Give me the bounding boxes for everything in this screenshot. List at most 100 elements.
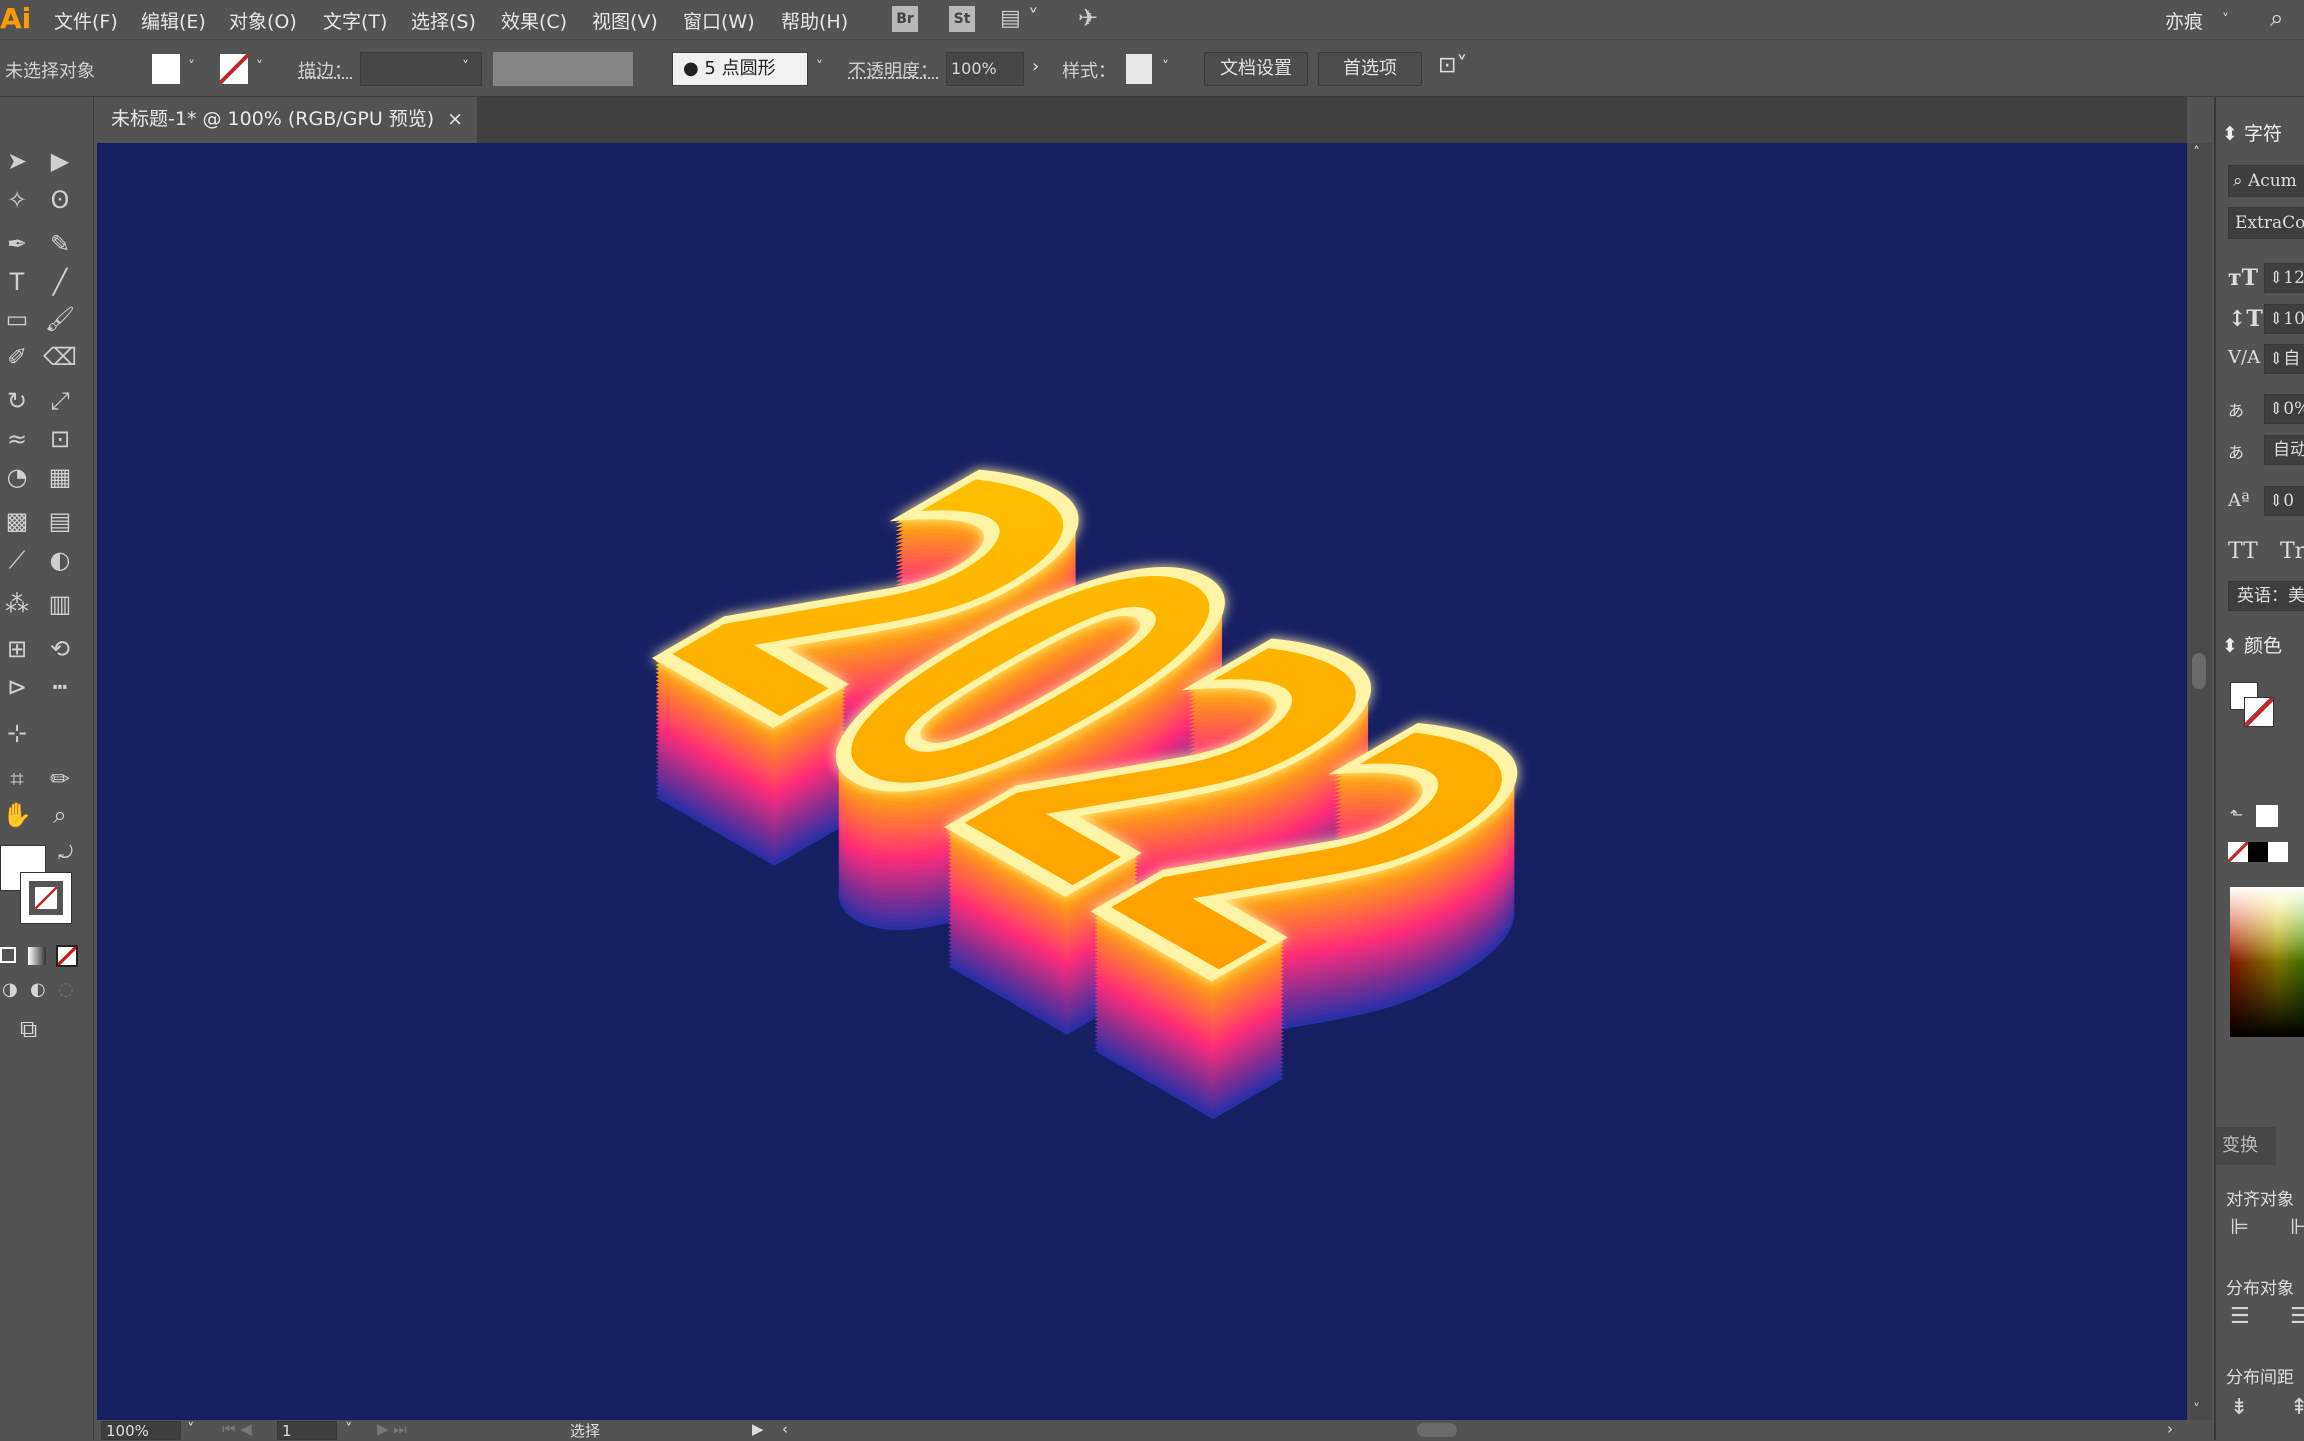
menu-effect[interactable]: 效果(C) [501,7,567,34]
pencil-tool-icon[interactable]: ✏ [43,762,77,796]
character-panel-tab[interactable]: ⬍ 字符 [2216,115,2286,153]
lasso-tool-icon[interactable]: ʘ [43,183,77,217]
artboard-number-field[interactable]: 1 [277,1421,337,1440]
current-tool-status[interactable]: 选择 [570,1420,600,1441]
scroll-right-icon[interactable]: › [2167,1420,2173,1438]
document-setup-button[interactable]: 文档设置 [1204,52,1308,86]
search-icon[interactable]: ⌕ [2270,4,2283,32]
draw-behind-icon[interactable]: ◐ [30,979,46,1000]
pen-tool-icon[interactable]: ✒ [0,227,34,261]
perspective-grid-tool-icon[interactable]: ▦ [43,460,77,494]
gradient-mode-icon[interactable] [28,947,46,965]
kerning-field[interactable]: ⇕自 [2264,344,2304,374]
artwork-2022[interactable]: 2022202220222022202220222022202220222022… [97,143,2187,1420]
opacity-field[interactable]: 100% [946,52,1024,86]
stroke-label[interactable]: 描边： [298,57,352,83]
artboard-tool-icon[interactable]: ⊞ [0,632,34,666]
eyedropper-tool-icon[interactable]: ⟋ [0,543,34,577]
color-spectrum[interactable] [2230,887,2304,1037]
ruler-tool-icon[interactable]: ┅ [43,670,77,704]
publish-icon[interactable]: ✈ [1078,4,1098,32]
zoom-tool-icon[interactable]: ⌕ [43,798,77,832]
selection-tool-icon[interactable]: ➤ [0,144,34,178]
transform-panel-tab[interactable]: 变换 [2216,1127,2276,1165]
color-panel-tab[interactable]: ⬍ 颜色 [2216,627,2286,665]
swap-fill-stroke-icon[interactable]: ⤾ [58,843,73,864]
line-tool-icon[interactable]: ╱ [43,265,77,299]
scroll-up-icon[interactable]: ˄ [2193,145,2200,161]
rotate-tool-icon[interactable]: ↻ [0,384,34,418]
distribute-center-icon[interactable]: ☰ [2290,1304,2304,1329]
shape-builder-tool-icon[interactable]: ◔ [0,460,34,494]
color-stroke-box[interactable] [2244,697,2274,727]
blend-tool-icon[interactable]: ◐ [43,543,77,577]
curvature-tool-icon[interactable]: ✎ [43,227,77,261]
stroke-color-box[interactable] [20,872,72,924]
chevron-down-icon[interactable]: ˅ [345,1420,353,1438]
preferences-button[interactable]: 首选项 [1318,52,1422,86]
type-tool-icon[interactable]: T [0,265,34,299]
first-artboard-icon[interactable]: ⏮ ◀ [222,1420,252,1438]
vertical-scrollbar[interactable]: ˄ ˅ [2187,143,2212,1420]
eraser-tool-icon[interactable]: ⌫ [43,340,77,374]
crop-tool-icon[interactable]: ⌗ [0,762,34,796]
arrange-documents-icon[interactable]: ⊡˅ [1438,53,1467,78]
last-artboard-icon[interactable]: ▶ ⏭ [377,1420,407,1438]
horizontal-scrollbar-thumb[interactable] [1417,1423,1457,1437]
all-caps-button[interactable]: TT [2228,539,2258,564]
none-mode-icon[interactable] [56,945,78,967]
artboard-canvas[interactable]: 2022 2022 2022 2022 2022 2022 2022 2022 2022 2022… [97,143,2187,1420]
symbol-sprayer-tool-icon[interactable]: ⁂ [0,587,34,621]
close-tab-icon[interactable]: × [447,97,463,141]
menu-type[interactable]: 文字(T) [323,7,387,34]
chevron-down-icon[interactable]: ˅ [256,59,263,75]
menu-edit[interactable]: 编辑(E) [141,7,206,34]
color-mode-icon[interactable] [0,947,16,963]
none-swatch[interactable] [2228,842,2248,862]
scroll-left-icon[interactable]: ‹ [782,1420,788,1438]
gradient-tool-icon[interactable]: ▤ [43,504,77,538]
chevron-down-icon[interactable]: ˅ [816,59,823,75]
shaper-tool-icon[interactable]: ✐ [0,340,34,374]
user-menu[interactable]: 亦痕 [2165,7,2203,34]
font-size-field[interactable]: ⇕12 [2264,263,2304,293]
rectangle-tool-icon[interactable]: ▭ [0,302,34,336]
language-select[interactable]: 英语：美 [2228,581,2304,611]
brush-definition[interactable]: ● 5 点圆形 [672,52,808,86]
black-swatch[interactable] [2248,842,2268,862]
magic-wand-tool-icon[interactable]: ✧ [0,183,34,217]
menu-help[interactable]: 帮助(H) [781,7,848,34]
document-tab[interactable]: 未标题-1* @ 100% (RGB/GPU 预览) × [97,97,477,143]
graphic-style-swatch[interactable] [1126,54,1152,84]
variable-width-profile[interactable] [493,52,633,86]
chevron-down-icon[interactable]: ˅ [187,1420,195,1438]
distribute-top-icon[interactable]: ☰ [2230,1304,2250,1329]
workspace-layout-icon[interactable]: ▤ ˅ [1000,6,1039,31]
chevron-down-icon[interactable]: ˅ [2222,12,2229,28]
distribute-horizontal-spacing-icon[interactable]: ⇞ [2290,1395,2304,1420]
stroke-swatch[interactable] [220,54,248,84]
mesh-tool-icon[interactable]: ▩ [0,504,34,538]
baseline-shift-field[interactable]: ⇕0 [2264,486,2304,516]
white-swatch[interactable] [2268,842,2288,862]
aki-field[interactable]: 自动 [2264,435,2304,465]
slice-tool-icon[interactable]: ⟲ [43,632,77,666]
font-style-field[interactable]: ExtraCon [2228,207,2304,239]
puppet-warp-tool-icon[interactable]: ⊹ [0,716,34,750]
opacity-label[interactable]: 不透明度： [848,57,938,83]
chevron-down-icon[interactable]: ˅ [1162,59,1169,75]
draw-inside-icon[interactable]: ◌ [58,979,74,1000]
column-graph-tool-icon[interactable]: ▥ [43,587,77,621]
distribute-vertical-spacing-icon[interactable]: ⇟ [2230,1395,2248,1420]
hand-tool-icon[interactable]: ✋ [0,798,34,832]
paintbrush-tool-icon[interactable]: 🖌 [43,302,77,336]
font-family-field[interactable]: ⌕ Acum [2228,165,2304,197]
menu-window[interactable]: 窗口(W) [683,7,755,34]
direct-selection-tool-icon[interactable]: ▶ [43,144,77,178]
scrollbar-thumb[interactable] [2192,653,2206,689]
draw-normal-icon[interactable]: ◑ [2,979,18,1000]
align-left-icon[interactable]: ⊫ [2230,1215,2249,1240]
chevron-down-icon[interactable]: ˅ [188,59,195,75]
tsume-field[interactable]: ⇕0% [2264,394,2304,424]
chevron-right-icon[interactable]: › [1032,56,1039,77]
